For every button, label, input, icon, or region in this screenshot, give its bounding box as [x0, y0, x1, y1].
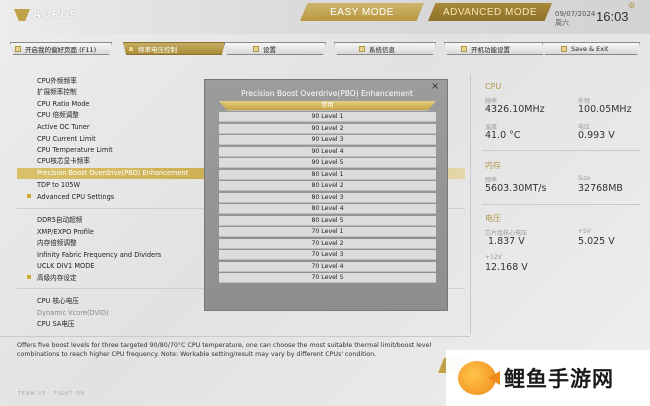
v5-value: 5.025 V	[578, 236, 615, 247]
pbo-options-dialog: Precision Boost Overdrive(PBO) Enhanceme…	[204, 79, 448, 311]
option-item[interactable]: 90 Level 3	[219, 135, 436, 145]
tab-label: 系统信息	[369, 45, 395, 54]
mem-size-value: 32768MB	[578, 183, 623, 194]
gauge-icon	[128, 45, 134, 52]
option-item[interactable]: 90 Level 1	[219, 112, 436, 122]
option-item[interactable]: 90 Level 2	[219, 124, 436, 134]
cpu-freq-value: 4326.10MHz	[485, 104, 545, 115]
close-icon[interactable]: ×	[431, 81, 439, 92]
setting-label: Advanced CPU Settings	[37, 193, 115, 201]
option-item[interactable]: 80 Level 5	[219, 216, 436, 226]
tab-system-info[interactable]: 系统信息	[334, 42, 436, 55]
option-item-selected[interactable]: 禁用	[219, 101, 436, 111]
mem-size-label: Size	[578, 175, 591, 182]
option-item[interactable]: 70 Level 1	[219, 227, 436, 237]
option-item[interactable]: 70 Level 2	[219, 239, 436, 249]
option-item[interactable]: 80 Level 3	[219, 193, 436, 203]
setting-label: Dynamic Vcore(DVID)	[37, 309, 109, 317]
setting-label: CPU外频频率	[37, 77, 77, 85]
setting-label: DDR5自动超频	[37, 216, 83, 224]
setting-row[interactable]: CPU SA电压	[17, 319, 465, 330]
option-item[interactable]: 90 Level 4	[219, 147, 436, 157]
setting-label: XMP/EXPO Profile	[37, 228, 94, 236]
cpu-temp-value: 41.0 °C	[485, 130, 521, 141]
aorus-logo: AORUS	[14, 9, 78, 21]
tab-label: 开机功能设置	[471, 45, 510, 54]
divider	[482, 150, 640, 151]
memory-section-title: 内存	[485, 161, 501, 170]
mem-freq-value: 5603.30MT/s	[485, 183, 547, 194]
v12-value: 12.168 V	[485, 262, 528, 273]
bullet-icon	[27, 194, 31, 198]
setting-label: TDP to 105W	[37, 181, 80, 189]
logo-text: AORUS	[33, 9, 78, 21]
setting-label: Precision Boost Overdrive(PBO) Enhanceme…	[37, 169, 189, 177]
option-item[interactable]: 70 Level 3	[219, 250, 436, 260]
chipset-volt-value: 1.837 V	[488, 236, 525, 247]
help-divider	[0, 336, 470, 337]
v12-label: +12V	[485, 254, 502, 261]
tab-label: 频率电压控制	[138, 45, 177, 54]
footer-slogan: TEAM UP · FIGHT ON	[18, 392, 86, 397]
setting-label: UCLK DIV1 MODE	[37, 262, 95, 270]
setting-label: Infinity Fabric Frequency and Dividers	[37, 251, 162, 259]
star-icon	[15, 45, 21, 52]
main-tabs: 开启我的偏好页面 (F11) 频率电压控制 设置 系统信息 开机功能设置 Sav…	[10, 42, 640, 56]
tab-label: 设置	[263, 45, 276, 54]
exit-icon	[561, 45, 567, 52]
option-item[interactable]: 90 Level 5	[219, 158, 436, 168]
tab-tweaker[interactable]: 频率电压控制	[123, 42, 225, 55]
setting-label: CPU Temperature Limit	[37, 146, 113, 154]
setting-label: CPU核芯显卡频率	[37, 157, 90, 165]
dialog-title: Precision Boost Overdrive(PBO) Enhanceme…	[241, 89, 413, 98]
fish-logo-icon	[458, 361, 496, 395]
cpu-section-title: CPU	[485, 82, 502, 91]
bullet-icon	[27, 275, 31, 279]
cpu-bclk-value: 100.05MHz	[578, 104, 632, 115]
v5-label: +5V	[578, 228, 591, 235]
option-item[interactable]: 80 Level 2	[219, 181, 436, 191]
tab-settings[interactable]: 设置	[224, 42, 326, 55]
setting-label: CPU Ratio Mode	[37, 100, 90, 108]
tab-favorites[interactable]: 开启我的偏好页面 (F11)	[10, 42, 112, 55]
help-text: Offers five boost levels for three targe…	[17, 342, 432, 358]
top-bar: AORUS EASY MODE ADVANCED MODE 09/07/2024…	[0, 0, 650, 34]
cpu-volt-value: 0.993 V	[578, 130, 615, 141]
clock: 16:03	[596, 9, 629, 24]
advanced-mode-button[interactable]: ADVANCED MODE	[428, 3, 552, 21]
panel-divider	[470, 74, 471, 334]
info-icon	[359, 45, 365, 52]
setting-label: 高级内存设定	[37, 274, 77, 282]
setting-label: 内存倍频调整	[37, 239, 77, 247]
aorus-eagle-icon	[14, 9, 30, 21]
tab-label: 开启我的偏好页面 (F11)	[25, 45, 97, 54]
wrench-icon	[253, 45, 259, 52]
easy-mode-button[interactable]: EASY MODE	[300, 3, 424, 21]
watermark-text: 鲤鱼手游网	[504, 367, 614, 391]
setting-label: 扩展频率控制	[37, 88, 77, 96]
weekday-text: 周六	[555, 19, 569, 27]
setting-label: CPU 核心电压	[37, 297, 79, 305]
voltage-section-title: 电压	[485, 214, 501, 223]
setting-label: CPU 倍频调整	[37, 111, 79, 119]
tab-save-exit[interactable]: Save & Exit	[542, 42, 640, 55]
watermark: 鲤鱼手游网	[446, 350, 650, 406]
power-icon	[461, 45, 467, 52]
setting-label: CPU Current Limit	[37, 135, 96, 143]
option-item[interactable]: 80 Level 4	[219, 204, 436, 214]
date-text: 09/07/2024	[555, 10, 596, 18]
date-block: 09/07/2024 周六	[555, 10, 595, 28]
divider	[482, 204, 640, 205]
option-item[interactable]: 70 Level 5	[219, 273, 436, 283]
setting-label: CPU SA电压	[37, 320, 75, 328]
tab-boot[interactable]: 开机功能设置	[444, 42, 546, 55]
gear-icon[interactable]: ⚙	[628, 1, 635, 10]
tab-label: Save & Exit	[571, 44, 609, 53]
setting-label: Active OC Tuner	[37, 123, 90, 131]
option-item[interactable]: 80 Level 1	[219, 170, 436, 180]
option-item[interactable]: 70 Level 4	[219, 262, 436, 272]
